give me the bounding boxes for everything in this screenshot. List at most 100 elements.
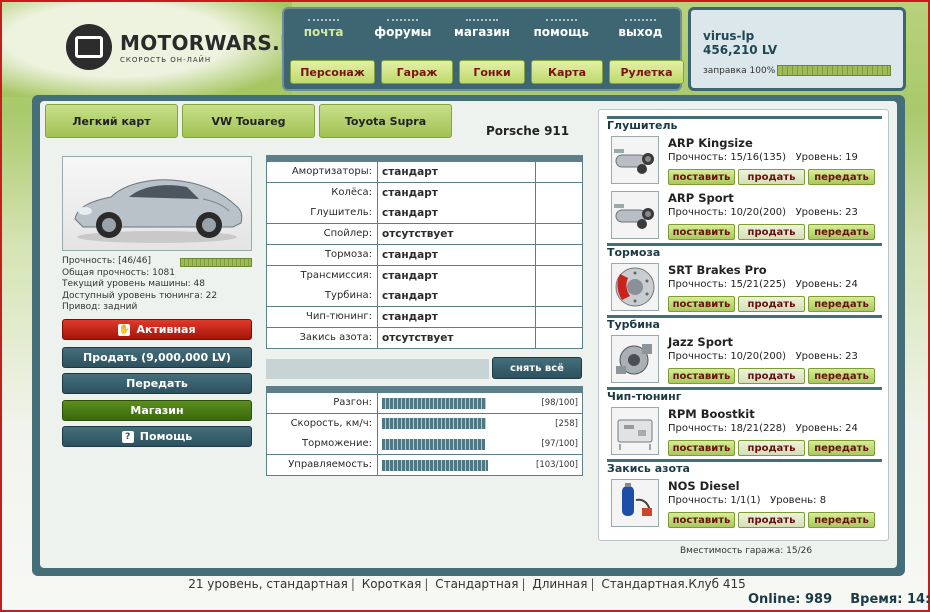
chip-icon[interactable] [611,407,659,455]
item-name: RPM Boostkit [668,407,755,421]
part-value: стандарт [378,203,536,224]
sell-button[interactable]: продать [738,440,805,456]
performance-bar [382,418,486,430]
transfer-button[interactable]: передать [808,169,875,185]
item-level: Уровень: 19 [795,152,858,163]
current-car-title: Porsche 911 [486,124,570,138]
transfer-button[interactable]: передать [808,296,875,312]
stat-total-durability: Общая прочность: 1081 [62,267,176,278]
hand-icon: ✋ [118,323,131,336]
tab-toyota-supra[interactable]: Toyota Supra [319,104,452,138]
part-row: Трансмиссия: стандарт [266,265,583,287]
install-button[interactable]: поставить [668,368,735,384]
garage-capacity: Вместимость гаража: 15/26 [680,546,813,556]
footer-link-club[interactable]: Стандартная.Клуб 415 [601,577,745,591]
menu-shop[interactable]: магазин [442,19,521,39]
install-button[interactable]: поставить [668,512,735,528]
category-title: Турбина [607,318,660,331]
muffler-icon[interactable] [611,136,659,184]
performance-value: [97/100] [541,439,578,450]
part-name: Трансмиссия: [267,265,378,286]
transfer-button[interactable]: передать [808,440,875,456]
status-bar: Online: 989 Время: 14:32 [748,592,930,607]
install-button[interactable]: поставить [668,296,735,312]
part-extra-cell [536,203,582,223]
item-level: Уровень: 23 [795,351,858,362]
nav-roulette-button[interactable]: Рулетка [609,60,684,84]
item-level: Уровень: 8 [770,495,827,506]
logo-icon [66,24,112,70]
user-panel: virus-lp 456,210 LV заправка 100% [688,7,906,91]
site-logo[interactable]: MOTORWARS.RU СКОРОСТЬ ОН-ЛАЙН [66,24,312,70]
item-name: NOS Diesel [668,479,740,493]
help-button[interactable]: ? Помощь [62,426,252,447]
sell-button[interactable]: продать [738,296,805,312]
menu-forums[interactable]: форумы [363,19,442,39]
nav-character-button[interactable]: Персонаж [290,60,375,84]
item-stats: Прочность: 15/16(135) Уровень: 19 [668,152,858,163]
fuel-progress-bar [777,65,891,76]
part-extra-cell [536,328,582,348]
performance-row: Управляемость: [103/100] [266,455,583,477]
item-stats: Прочность: 1/1(1) Уровень: 8 [668,495,826,506]
sell-button[interactable]: продать [738,368,805,384]
install-button[interactable]: поставить [668,169,735,185]
tab-kart[interactable]: Легкий карт [45,104,178,138]
sell-car-button[interactable]: Продать (9,000,000 LV) [62,347,252,368]
stat-tuning-level: Доступный уровень тюнинга: 22 [62,290,218,301]
item-actions: поставить продать передать [668,440,875,456]
muffler-icon[interactable] [611,191,659,239]
item-level: Уровень: 24 [795,279,858,290]
category-title: Закись азота [607,462,690,475]
footer-link-standard[interactable]: Стандартная [435,577,518,591]
item-name: ARP Kingsize [668,136,753,150]
item-durability: Прочность: 10/20(200) [668,207,787,218]
category-title: Тормоза [607,246,661,259]
remove-all-button[interactable]: снять всё [492,357,582,379]
sell-button[interactable]: продать [738,169,805,185]
menu-mail[interactable]: почта [284,19,363,39]
nav-map-button[interactable]: Карта [531,60,603,84]
part-name: Турбина: [267,286,378,307]
footer-link-long[interactable]: Длинная [532,577,587,591]
footer-link-short[interactable]: Короткая [362,577,422,591]
part-row: Амортизаторы: стандарт [266,162,583,183]
nav-races-button[interactable]: Гонки [459,60,525,84]
balance: 456,210 LV [703,43,778,57]
sell-button[interactable]: продать [738,224,805,240]
transfer-button[interactable]: передать [808,224,875,240]
item-durability: Прочность: 15/21(225) [668,279,787,290]
part-value: отсутствует [378,327,536,348]
username[interactable]: virus-lp [703,29,754,43]
active-car-button[interactable]: ✋ Активная [62,319,252,340]
sell-button[interactable]: продать [738,512,805,528]
performance-name: Торможение: [267,434,378,455]
item-durability: Прочность: 18/21(228) [668,423,787,434]
performance-name: Управляемость: [267,455,378,476]
item-durability: Прочность: 10/20(200) [668,351,787,362]
part-value: стандарт [378,244,536,265]
transfer-button[interactable]: передать [808,512,875,528]
top-navigation: почта форумы магазин помощь выход Персон… [282,7,684,91]
performance-bar [382,438,485,450]
part-row: Турбина: стандарт [266,286,583,308]
menu-exit[interactable]: выход [601,19,680,39]
brake-disc-icon[interactable] [611,263,659,311]
tab-vw-touareg[interactable]: VW Touareg [182,104,315,138]
transfer-car-button[interactable]: Передать [62,373,252,394]
shop-button[interactable]: Магазин [62,400,252,421]
footer-link-level[interactable]: 21 уровень, стандартная [188,577,348,591]
nitro-icon[interactable] [611,479,659,527]
part-name: Спойлер: [267,224,378,245]
nav-garage-button[interactable]: Гараж [381,60,453,84]
transfer-button[interactable]: передать [808,368,875,384]
part-extra-cell [536,224,582,244]
performance-bar [382,459,488,471]
item-actions: поставить продать передать [668,224,875,240]
item-stats: Прочность: 18/21(228) Уровень: 24 [668,423,858,434]
performance-name: Скорость, км/ч: [267,413,378,434]
menu-help[interactable]: помощь [522,19,601,39]
install-button[interactable]: поставить [668,224,735,240]
install-button[interactable]: поставить [668,440,735,456]
turbo-icon[interactable] [611,335,659,383]
